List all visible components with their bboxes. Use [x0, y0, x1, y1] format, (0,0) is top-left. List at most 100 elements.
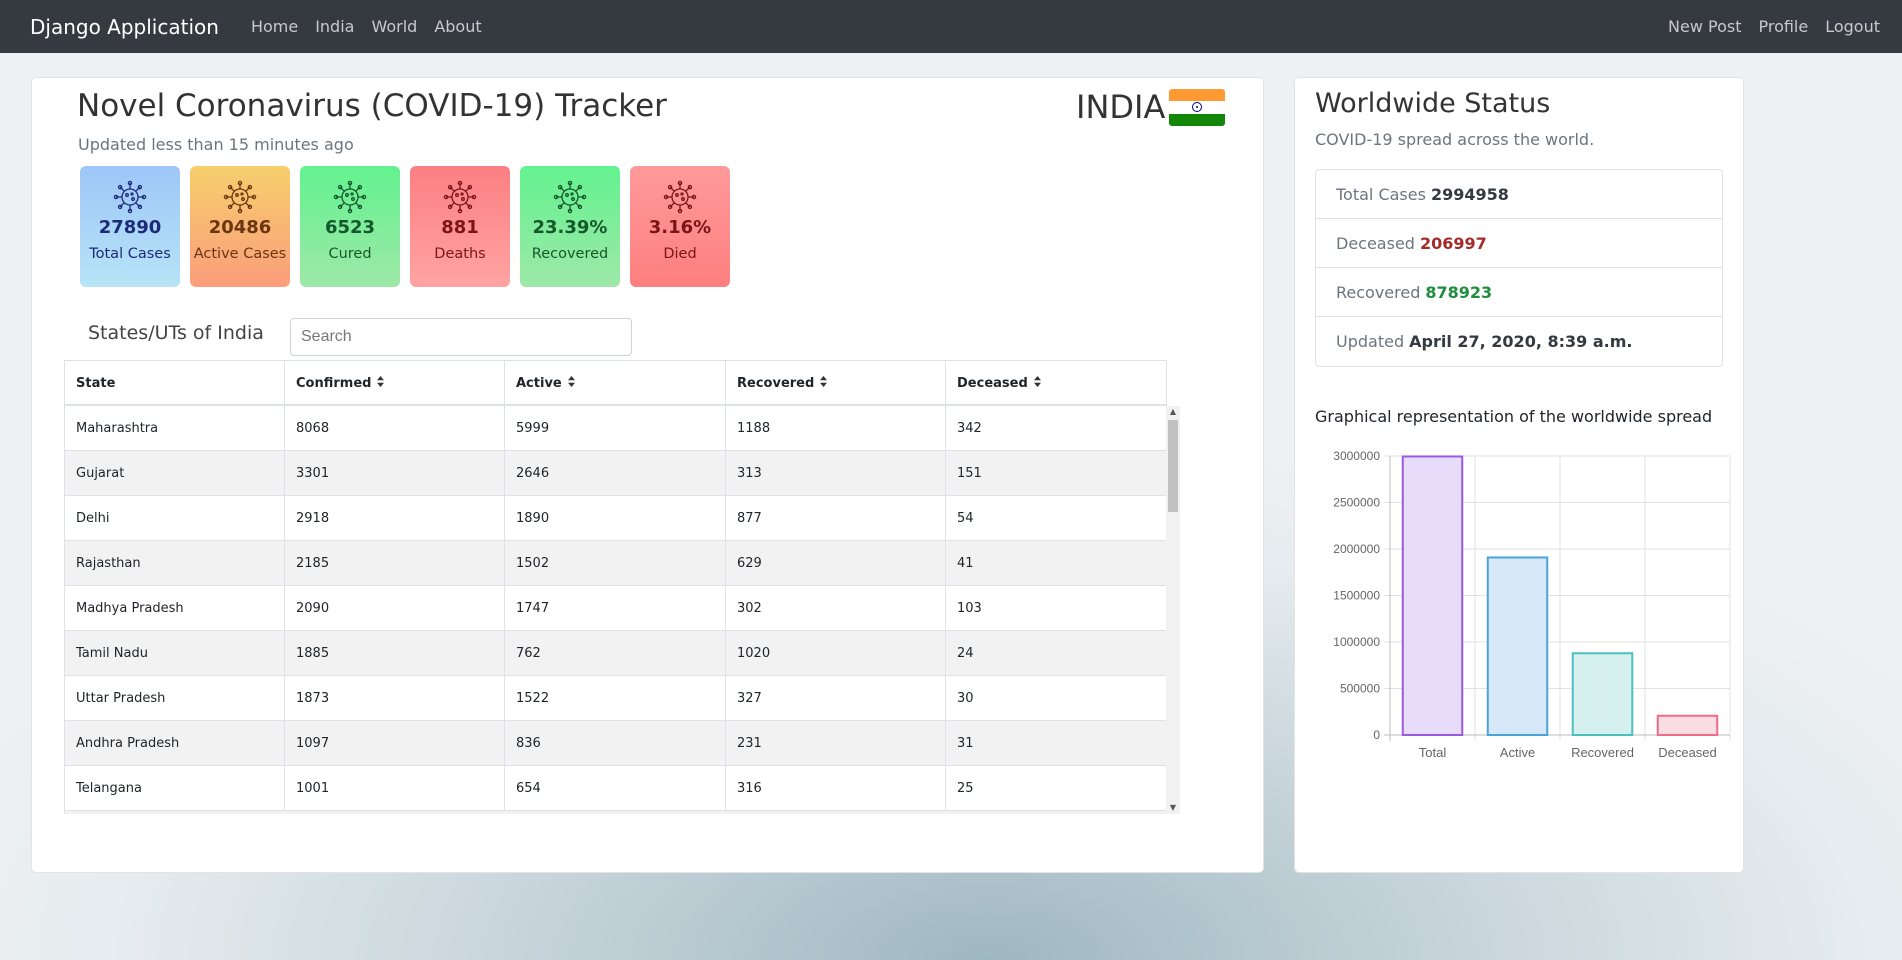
tile-label: Deaths	[434, 246, 486, 262]
tile-label: Cured	[328, 246, 372, 262]
virus-icon	[663, 180, 697, 214]
sort-icon[interactable]	[1033, 376, 1041, 390]
table-cell: Andhra Pradesh	[65, 721, 285, 765]
scroll-down-icon[interactable]: ▼	[1166, 802, 1180, 814]
worldwide-stats-list: Total Cases 2994958 Deceased 206997 Reco…	[1315, 169, 1723, 367]
bar-deceased[interactable]	[1656, 714, 1719, 736]
scroll-up-icon[interactable]: ▲	[1166, 406, 1180, 418]
table-cell: 1502	[505, 541, 726, 585]
tile-value: 881	[441, 217, 479, 238]
sort-icon[interactable]	[567, 376, 575, 390]
page-title: Novel Coronavirus (COVID-19) Tracker	[77, 88, 667, 124]
table-cell: 1020	[726, 631, 946, 675]
table-cell: Maharashtra	[65, 406, 285, 450]
y-tick-label: 1500000	[1333, 589, 1380, 603]
worldwide-title: Worldwide Status	[1315, 88, 1551, 119]
table-cell: 316	[726, 766, 946, 810]
list-item-total-cases: Total Cases 2994958	[1316, 170, 1722, 219]
nav-right: New Post Profile Logout	[1668, 0, 1880, 53]
worldwide-status-card: Worldwide Status COVID-19 spread across …	[1294, 77, 1744, 873]
table-cell: 31	[957, 735, 974, 751]
tile-value: 27890	[98, 217, 162, 238]
table-cell: 24	[957, 645, 974, 661]
states-section-title: States/UTs of India	[88, 322, 264, 344]
table-cell: 1873	[285, 676, 505, 720]
column-header-confirmed[interactable]: Confirmed	[285, 361, 505, 405]
table-row: Tamil Nadu 1885 762 1020 24	[64, 631, 1167, 676]
column-header-label: Recovered	[737, 375, 815, 391]
table-cell: Gujarat	[65, 451, 285, 495]
table-cell: 5999	[505, 406, 726, 450]
table-row: Maharashtra 8068 5999 1188 342	[64, 406, 1167, 451]
tile-value: 6523	[324, 217, 376, 238]
table-cell: 151	[957, 465, 982, 481]
bar-active[interactable]	[1486, 556, 1549, 736]
stat-tile-died-percent: 3.16% Died	[630, 166, 730, 287]
graph-title: Graphical representation of the worldwid…	[1315, 407, 1713, 426]
x-tick-label: Total	[1419, 745, 1447, 760]
scroll-thumb[interactable]	[1168, 420, 1178, 512]
virus-icon	[553, 180, 587, 214]
stat-tile-cured: 6523 Cured	[300, 166, 400, 287]
tile-label: Total Cases	[89, 246, 171, 262]
state-search-input[interactable]	[290, 318, 632, 356]
nav-world-link[interactable]: World	[371, 17, 417, 36]
nav-home-link[interactable]: Home	[251, 17, 298, 36]
nav-india-link[interactable]: India	[315, 17, 354, 36]
table-cell: 30	[957, 690, 974, 706]
table-cell: 762	[505, 631, 726, 675]
bar-total[interactable]	[1401, 455, 1464, 737]
table-row: Delhi 2918 1890 877 54	[64, 496, 1167, 541]
table-cell: 3301	[285, 451, 505, 495]
navbar: Django Application Home India World Abou…	[0, 0, 1902, 53]
table-cell: 302	[726, 586, 946, 630]
brand-link[interactable]: Django Application	[30, 15, 219, 39]
nav-logout-link[interactable]: Logout	[1825, 17, 1880, 36]
y-tick-label: 2500000	[1333, 496, 1380, 510]
column-header-state[interactable]: State	[65, 361, 285, 405]
list-item-deceased: Deceased 206997	[1316, 219, 1722, 268]
tile-value: 23.39%	[532, 217, 608, 238]
table-cell: 2646	[505, 451, 726, 495]
table-cell: Madhya Pradesh	[65, 586, 285, 630]
virus-icon	[333, 180, 367, 214]
stat-tile-active-cases: 20486 Active Cases	[190, 166, 290, 287]
table-cell: 2090	[285, 586, 505, 630]
column-header-deceased[interactable]: Deceased	[946, 361, 1166, 405]
total-cases-value: 2994958	[1430, 184, 1509, 204]
table-cell: 1188	[726, 406, 946, 450]
sort-icon[interactable]	[377, 376, 385, 390]
india-flag-icon	[1169, 89, 1225, 126]
tile-label: Recovered	[531, 246, 609, 262]
table-cell: 1885	[285, 631, 505, 675]
table-cell: 54	[957, 510, 974, 526]
list-item-label: Total Cases	[1336, 184, 1426, 204]
nav-new-post-link[interactable]: New Post	[1668, 17, 1741, 36]
column-header-label: State	[76, 375, 116, 391]
updated-subtitle: Updated less than 15 minutes ago	[78, 135, 354, 154]
list-item-updated: Updated April 27, 2020, 8:39 a.m.	[1316, 317, 1722, 366]
table-body: Maharashtra 8068 5999 1188 342 Gujarat 3301 264…	[64, 406, 1167, 814]
bar-recovered[interactable]	[1571, 652, 1634, 736]
column-header-recovered[interactable]: Recovered	[726, 361, 946, 405]
nav-about-link[interactable]: About	[434, 17, 481, 36]
table-cell: 103	[957, 600, 982, 616]
y-tick-label: 3000000	[1333, 449, 1380, 463]
worldwide-bar-chart: 0 500000 1000000 1500000 2000000 2500000 30000…	[1333, 449, 1731, 760]
stat-tile-total-cases: 27890 Total Cases	[80, 166, 180, 287]
y-tick-label: 500000	[1340, 682, 1380, 696]
table-cell: 654	[505, 766, 726, 810]
table-cell: 313	[726, 451, 946, 495]
nav-left: Home India World About	[251, 17, 482, 36]
table-cell: 8068	[285, 406, 505, 450]
column-header-active[interactable]: Active	[505, 361, 726, 405]
sort-icon[interactable]	[820, 376, 828, 390]
updated-value: April 27, 2020, 8:39 a.m.	[1409, 332, 1633, 351]
stat-tiles: 27890 Total Cases 20486 Active Cases 6523 Cur…	[80, 166, 730, 287]
table-scrollbar[interactable]: ▲ ▼	[1166, 406, 1180, 814]
states-table: State Confirmed Active Recovered Deceased Ma…	[64, 360, 1167, 814]
nav-profile-link[interactable]: Profile	[1758, 17, 1808, 36]
tile-value: 20486	[208, 217, 272, 238]
table-row: Uttar Pradesh 1873 1522 327 30	[64, 676, 1167, 721]
table-row: Telangana 1001 654 316 25	[64, 766, 1167, 811]
